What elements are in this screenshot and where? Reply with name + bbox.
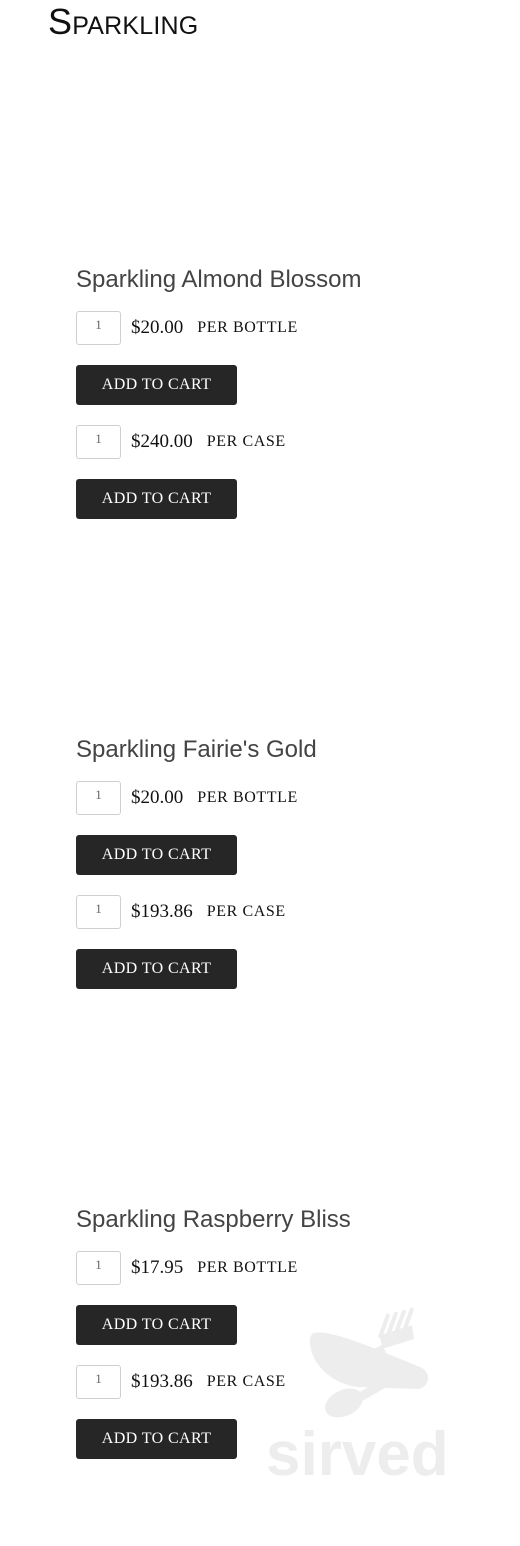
price-row-case: $193.86 PER CASE xyxy=(76,895,286,929)
add-to-cart-button[interactable]: ADD TO CART xyxy=(76,479,237,519)
quantity-input[interactable] xyxy=(76,425,121,459)
price: $193.86 xyxy=(131,901,193,922)
unit-label: PER CASE xyxy=(206,1373,286,1390)
unit-label: PER CASE xyxy=(206,433,286,450)
add-to-cart-button[interactable]: ADD TO CART xyxy=(76,949,237,989)
price: $20.00 xyxy=(131,787,184,808)
unit-label: PER BOTTLE xyxy=(197,789,298,806)
price-row-bottle: $17.95 PER BOTTLE xyxy=(76,1251,298,1285)
product-name: Sparkling Fairie's Gold xyxy=(76,736,317,763)
unit-label: PER BOTTLE xyxy=(197,319,298,336)
price-row-bottle: $20.00 PER BOTTLE xyxy=(76,311,298,345)
page-title: Sparkling xyxy=(48,1,199,42)
price: $193.86 xyxy=(131,1371,193,1392)
price: $240.00 xyxy=(131,431,193,452)
unit-label: PER BOTTLE xyxy=(197,1259,298,1276)
add-to-cart-button[interactable]: ADD TO CART xyxy=(76,1305,237,1345)
quantity-input[interactable] xyxy=(76,895,121,929)
quantity-input[interactable] xyxy=(76,1365,121,1399)
sirved-watermark: sirved xyxy=(262,1305,472,1489)
price: $17.95 xyxy=(131,1257,184,1278)
quantity-input[interactable] xyxy=(76,311,121,345)
price: $20.00 xyxy=(131,317,184,338)
add-to-cart-button[interactable]: ADD TO CART xyxy=(76,1419,237,1459)
unit-label: PER CASE xyxy=(206,903,286,920)
quantity-input[interactable] xyxy=(76,1251,121,1285)
product-name: Sparkling Raspberry Bliss xyxy=(76,1206,351,1233)
fork-spoon-knife-icon: sirved xyxy=(266,1307,449,1489)
watermark-text: sirved xyxy=(266,1420,449,1485)
quantity-input[interactable] xyxy=(76,781,121,815)
add-to-cart-button[interactable]: ADD TO CART xyxy=(76,835,237,875)
price-row-case: $240.00 PER CASE xyxy=(76,425,286,459)
add-to-cart-button[interactable]: ADD TO CART xyxy=(76,365,237,405)
price-row-case: $193.86 PER CASE xyxy=(76,1365,286,1399)
price-row-bottle: $20.00 PER BOTTLE xyxy=(76,781,298,815)
product-name: Sparkling Almond Blossom xyxy=(76,266,362,293)
